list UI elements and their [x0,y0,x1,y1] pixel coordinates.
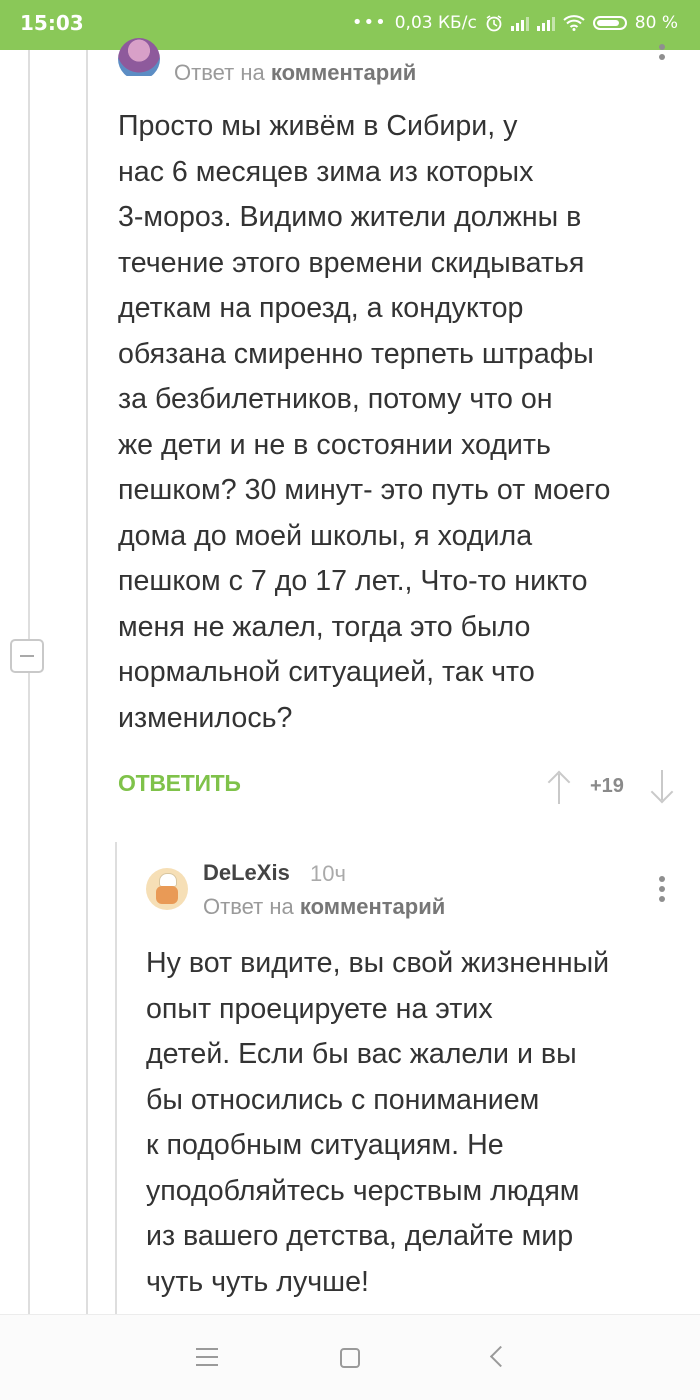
network-speed: 0,03 КБ/с [394,12,477,33]
downvote-arrow-icon[interactable] [650,770,674,804]
more-options-icon[interactable] [659,876,667,906]
collapse-thread-button[interactable] [10,639,44,673]
wifi-icon [563,14,585,31]
battery-icon [592,15,627,30]
more-dots-icon: ••• [351,12,387,33]
comment-age: 10ч [310,861,346,886]
menu-icon[interactable] [196,1348,218,1372]
signal-icon [510,15,529,31]
status-icons: ••• 0,03 КБ/с 80 % [352,12,678,33]
back-chevron-icon[interactable] [489,1345,512,1368]
reply-button[interactable]: ОТВЕТИТЬ [118,770,241,797]
reply-to-comment-link[interactable]: комментарий [271,60,416,85]
avatar[interactable] [146,868,188,910]
avatar[interactable] [118,38,160,76]
home-square-icon[interactable] [340,1348,360,1368]
thread-line-outer [28,50,30,1314]
alarm-icon [486,14,502,31]
system-nav-bar [0,1314,700,1400]
upvote-arrow-icon[interactable] [547,770,571,804]
reply-to-line: Ответ на комментарий [174,60,417,85]
battery-level: 80 % [634,12,678,33]
reply-to-comment-link[interactable]: комментарий [300,894,445,919]
more-options-icon[interactable] [659,44,667,64]
comment-author[interactable]: DeLeXis [203,860,290,886]
signal-icon [536,15,555,31]
status-bar: 15:03 ••• 0,03 КБ/с 80 % [0,0,700,50]
status-time: 15:03 [20,11,84,35]
thread-line-nested [115,842,117,1314]
reply-to-line: Ответ на комментарий [203,894,446,919]
thread-line-inner [86,50,88,1314]
comment-text: Просто мы живём в Сибири, у нас 6 месяце… [118,110,611,734]
comment-rating: +19 [590,775,624,797]
comment-text: Ну вот видите, вы свой жизненный опыт пр… [146,947,610,1298]
